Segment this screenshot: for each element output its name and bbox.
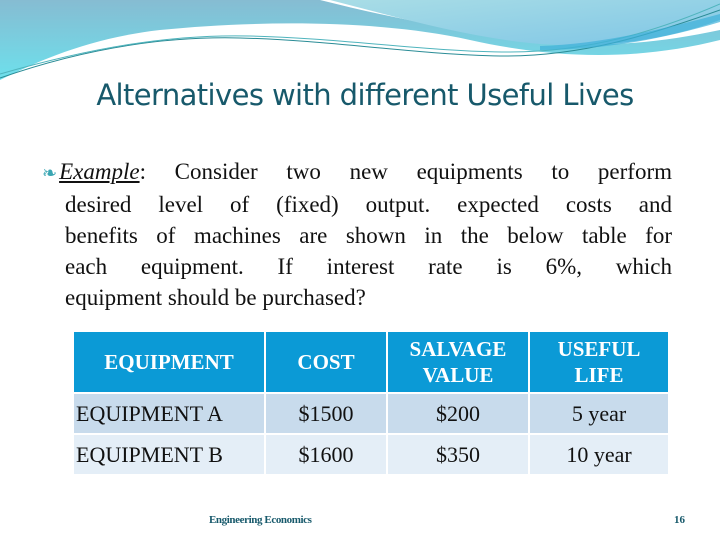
header-cost: COST bbox=[266, 332, 386, 392]
cell-salvage: $350 bbox=[388, 435, 528, 474]
cell-cost: $1600 bbox=[266, 435, 386, 474]
footer-text: Engineering Economics bbox=[209, 514, 312, 526]
body-line-4: each equipment. If interest rate is 6%, … bbox=[65, 254, 672, 279]
cell-salvage: $200 bbox=[388, 394, 528, 433]
cell-equipment: EQUIPMENT A bbox=[74, 394, 264, 433]
cell-life: 5 year bbox=[530, 394, 668, 433]
body-paragraph: ❧Example: Consider two new equipments to… bbox=[42, 156, 672, 313]
page-number: 16 bbox=[674, 514, 685, 526]
scroll-bullet-icon: ❧ bbox=[42, 163, 58, 183]
body-line-3: benefits of machines are shown in the be… bbox=[65, 223, 672, 248]
table-row: EQUIPMENT A $1500 $200 5 year bbox=[74, 394, 668, 433]
body-line-5: equipment should be purchased? bbox=[65, 285, 366, 310]
slide-title: Alternatives with different Useful Lives bbox=[96, 78, 634, 112]
body-line-2: desired level of (fixed) output. expecte… bbox=[65, 192, 672, 217]
header-equipment: EQUIPMENT bbox=[74, 332, 264, 392]
equipment-table: EQUIPMENT COST SALVAGE VALUE USEFUL LIFE… bbox=[72, 330, 670, 476]
header-wave-banner bbox=[0, 0, 720, 80]
table-header-row: EQUIPMENT COST SALVAGE VALUE USEFUL LIFE bbox=[74, 332, 668, 392]
cell-life: 10 year bbox=[530, 435, 668, 474]
table-row: EQUIPMENT B $1600 $350 10 year bbox=[74, 435, 668, 474]
body-line-1: : Consider two new equipments to perform bbox=[139, 159, 672, 184]
cell-cost: $1500 bbox=[266, 394, 386, 433]
header-useful-life: USEFUL LIFE bbox=[530, 332, 668, 392]
header-salvage-value: SALVAGE VALUE bbox=[388, 332, 528, 392]
example-label: Example bbox=[59, 159, 140, 184]
cell-equipment: EQUIPMENT B bbox=[74, 435, 264, 474]
